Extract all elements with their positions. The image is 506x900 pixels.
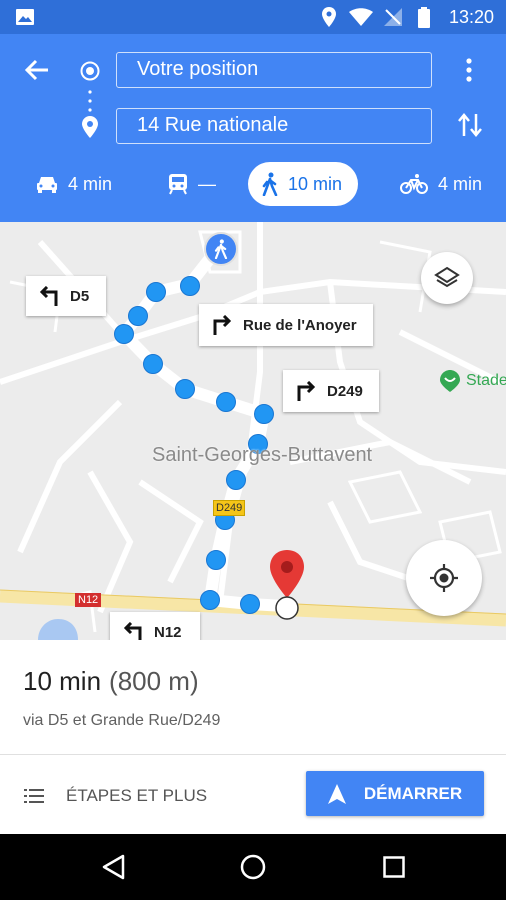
map-view[interactable]: Saint-Georges-Buttavent Stade D249 N12 D… <box>0 222 506 640</box>
back-icon[interactable] <box>101 854 125 880</box>
car-icon <box>37 177 57 193</box>
road-shield-n12: N12 <box>75 593 102 607</box>
mode-car-time: 4 min <box>68 173 113 194</box>
turn-left-icon <box>123 622 142 640</box>
mode-bike[interactable]: 4 min <box>400 162 482 206</box>
my-location-button[interactable] <box>406 540 482 616</box>
callout-n12-label: N12 <box>154 623 182 641</box>
status-time: 13:20 <box>448 7 494 27</box>
callout-d249-label: D249 <box>327 382 363 400</box>
location-icon <box>322 7 336 27</box>
navigation-icon <box>327 783 346 804</box>
callout-d5: D5 <box>26 276 106 316</box>
mode-transit[interactable]: — <box>168 162 216 206</box>
route-duration-value: 10 min <box>23 666 102 696</box>
destination-input[interactable]: 14 Rue nationale <box>116 108 432 144</box>
mode-walk[interactable]: 10 min <box>248 162 359 206</box>
start-label: DÉMARRER <box>363 783 463 803</box>
turn-left-icon <box>39 286 58 306</box>
mode-transit-time: — <box>198 173 216 194</box>
image-icon <box>16 9 34 25</box>
directions-header: Votre position 14 Rue nationale 4 min — … <box>0 34 506 222</box>
home-icon[interactable] <box>240 854 266 880</box>
turn-right-icon <box>213 315 232 335</box>
route-duration: 10 min (800 m) <box>23 666 199 697</box>
walk-icon <box>214 239 228 259</box>
stadium-pin-icon <box>440 370 460 392</box>
mode-car[interactable]: 4 min <box>36 162 112 206</box>
callout-d5-label: D5 <box>70 287 90 305</box>
poi-stade-label: Stade <box>466 372 506 389</box>
origin-icon <box>80 61 100 81</box>
start-button[interactable]: DÉMARRER <box>306 771 484 816</box>
swap-icon[interactable] <box>458 112 482 138</box>
walk-start-marker <box>204 232 238 266</box>
destination-pin-icon <box>82 116 98 138</box>
divider <box>0 754 506 755</box>
back-arrow-icon[interactable] <box>24 58 50 82</box>
mode-bike-time: 4 min <box>438 173 483 194</box>
steps-button[interactable]: ÉTAPES ET PLUS <box>24 784 207 808</box>
town-label: Saint-Georges-Buttavent <box>152 444 373 466</box>
steps-label: ÉTAPES ET PLUS <box>66 786 208 805</box>
bike-icon <box>400 174 428 194</box>
recents-icon[interactable] <box>383 856 405 878</box>
callout-n12: N12 <box>110 612 200 640</box>
destination-marker-icon <box>270 550 304 620</box>
more-options-icon[interactable] <box>466 58 472 82</box>
wifi-icon <box>349 8 373 26</box>
list-icon <box>24 789 44 803</box>
system-nav-bar <box>0 834 506 900</box>
callout-d249: D249 <box>283 370 379 412</box>
layers-button[interactable] <box>421 252 473 304</box>
route-dots-icon <box>88 90 92 112</box>
route-distance: (800 m) <box>109 666 199 696</box>
callout-rue-anoyer-label: Rue de l'Anoyer <box>243 316 357 334</box>
battery-icon <box>418 7 430 28</box>
origin-input[interactable]: Votre position <box>116 52 432 88</box>
train-icon <box>169 174 187 195</box>
route-via: via D5 et Grande Rue/D249 <box>23 712 221 729</box>
callout-rue-anoyer: Rue de l'Anoyer <box>199 304 373 346</box>
status-bar: 13:20 <box>0 0 506 34</box>
road-shield-d249: D249 <box>213 500 246 516</box>
poi-stade[interactable]: Stade <box>440 370 506 392</box>
my-location-icon <box>430 564 458 592</box>
mode-walk-time: 10 min <box>288 173 343 194</box>
turn-right-icon <box>297 381 316 401</box>
signal-icon <box>384 8 402 26</box>
walk-icon <box>262 172 278 196</box>
layers-icon <box>434 266 460 288</box>
route-summary-sheet: 10 min (800 m) via D5 et Grande Rue/D249 … <box>0 640 506 834</box>
